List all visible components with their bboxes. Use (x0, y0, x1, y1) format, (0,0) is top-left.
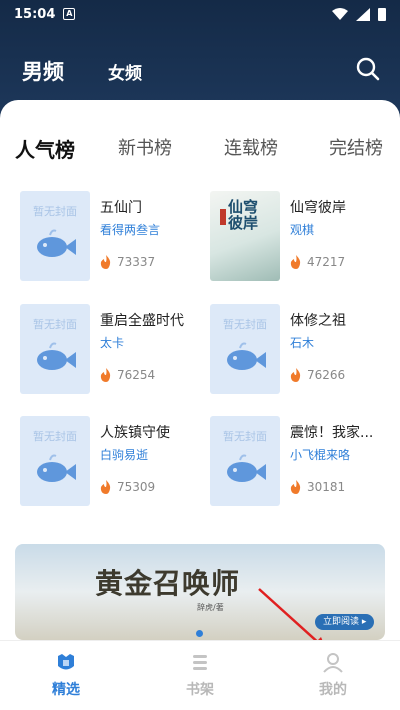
book-card[interactable]: 暂无封面 人族镇守使 白驹易逝 75309 (20, 416, 200, 508)
fish-icon (37, 229, 76, 257)
book-heat: 76266 (290, 368, 345, 382)
book-author: 看得两叁言 (100, 223, 161, 237)
crown-icon (58, 654, 74, 670)
nav-bookshelf-label: 书架 (186, 682, 214, 698)
seal-mark (220, 209, 226, 225)
book-title: 体修之祖 (290, 313, 346, 329)
book-cover-placeholder: 暂无封面 (210, 416, 280, 506)
tab-female[interactable]: 女频 (108, 59, 142, 84)
book-title: 人族镇守使 (100, 425, 170, 441)
book-card[interactable]: 仙穹彼岸 仙穹彼岸 观棋 47217 (210, 191, 390, 283)
book-cover-placeholder: 暂无封面 (210, 304, 280, 394)
book-author: 白驹易逝 (100, 448, 149, 462)
notification-icon: A (63, 8, 76, 20)
book-author: 小飞棍来咯 (290, 448, 351, 462)
no-cover-label: 暂无封面 (223, 430, 267, 443)
wifi-icon (332, 8, 348, 20)
carousel-indicator (196, 630, 203, 637)
book-card[interactable]: 暂无封面 五仙门 看得两叁言 73337 (20, 191, 200, 283)
no-cover-label: 暂无封面 (33, 318, 77, 331)
nav-mine[interactable]: 我的 (303, 651, 363, 699)
tab-new[interactable]: 新书榜 (118, 134, 172, 160)
book-heat: 73337 (100, 255, 155, 269)
nav-mine-label: 我的 (319, 682, 347, 698)
book-author: 石木 (290, 336, 315, 350)
book-author: 观棋 (290, 223, 315, 237)
flame-icon (290, 368, 301, 382)
search-icon[interactable] (355, 56, 381, 82)
nav-featured-label: 精选 (52, 682, 80, 698)
book-cover-art: 仙穹彼岸 (210, 191, 280, 281)
heat-value: 76254 (117, 368, 156, 382)
book-card[interactable]: 暂无封面 重启全盛时代 太卡 76254 (20, 304, 200, 396)
fish-icon (37, 342, 76, 370)
nav-featured[interactable]: 精选 (36, 651, 96, 699)
book-cover-placeholder: 暂无封面 (20, 416, 90, 506)
tab-popular[interactable]: 人气榜 (15, 134, 75, 163)
heat-value: 73337 (117, 255, 156, 269)
bottom-nav: 精选 书架 我的 (0, 640, 400, 710)
book-heat: 47217 (290, 255, 345, 269)
no-cover-label: 暂无封面 (33, 430, 77, 443)
flame-icon (290, 255, 301, 269)
book-title: 仙穹彼岸 (290, 200, 346, 216)
fish-icon (37, 454, 76, 482)
no-cover-label: 暂无封面 (223, 318, 267, 331)
flame-icon (100, 368, 111, 382)
gender-tabs: 男频 女频 (22, 56, 142, 86)
user-icon (323, 653, 343, 673)
flame-icon (100, 255, 111, 269)
book-heat: 30181 (290, 480, 345, 494)
book-heat: 75309 (100, 480, 155, 494)
banner-title: 黄金召唤师 (95, 567, 241, 600)
status-time: 15:04 (14, 6, 56, 22)
flame-icon (290, 480, 301, 494)
book-title: 五仙门 (100, 200, 142, 216)
heat-value: 76266 (307, 368, 346, 382)
book-cover-placeholder: 暂无封面 (20, 304, 90, 394)
bookshelf-icon (193, 655, 207, 670)
book-heat: 76254 (100, 368, 155, 382)
heat-value: 47217 (307, 255, 346, 269)
book-title: 震惊！我家... (290, 425, 374, 441)
fish-icon (227, 342, 266, 370)
rank-tabs: 人气榜 新书榜 连载榜 完结榜 (0, 134, 400, 164)
book-cover-placeholder: 暂无封面 (20, 191, 90, 281)
heat-value: 75309 (117, 480, 156, 494)
tab-male[interactable]: 男频 (22, 56, 64, 86)
nav-bookshelf[interactable]: 书架 (170, 651, 230, 699)
tab-finished[interactable]: 完结榜 (329, 134, 383, 160)
battery-icon (378, 7, 386, 21)
heat-value: 30181 (307, 480, 346, 494)
book-card[interactable]: 暂无封面 震惊！我家... 小飞棍来咯 30181 (210, 416, 390, 508)
book-title: 重启全盛时代 (100, 313, 184, 329)
status-bar: 15:04 A (0, 0, 400, 28)
signal-icon (356, 7, 370, 21)
cover-title-art: 仙穹彼岸 (228, 198, 259, 232)
banner-author: 辞虎/著 (197, 603, 224, 612)
tab-serial[interactable]: 连载榜 (224, 134, 278, 160)
fish-icon (227, 454, 266, 482)
no-cover-label: 暂无封面 (33, 205, 77, 218)
book-card[interactable]: 暂无封面 体修之祖 石木 76266 (210, 304, 390, 396)
flame-icon (100, 480, 111, 494)
book-author: 太卡 (100, 336, 125, 350)
